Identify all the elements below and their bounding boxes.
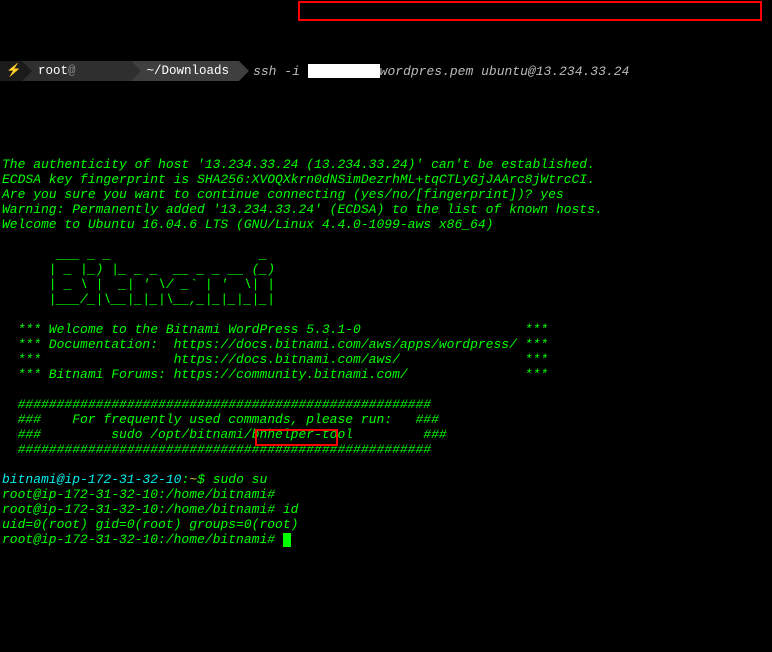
prompt-path: ~	[189, 472, 197, 487]
added-host-warning: Warning: Permanently added '13.234.33.24…	[2, 202, 603, 217]
fingerprint-line: ECDSA key fingerprint is SHA256:XVOQXkrn…	[2, 172, 595, 187]
cursor-icon	[283, 533, 291, 547]
confirm-prompt: Are you sure you want to continue connec…	[2, 187, 540, 202]
id-output: uid=0(root) gid=0(root) groups=0(root)	[2, 517, 298, 532]
ascii-logo-1: ___ _ _ _	[2, 247, 267, 262]
ascii-logo-2: | _ |_) |_ _ _ __ _ _ __ (_)	[2, 262, 275, 277]
banner-welcome: *** Welcome to the Bitnami WordPress 5.3…	[2, 322, 548, 337]
hash-divider-1: ########################################…	[2, 397, 431, 412]
hash-help-2: ### sudo /opt/bitnami/bnhelper-tool ###	[2, 427, 447, 442]
window-topbar: ⚡ root@ ~/Downloads ssh -i wordpres.pem …	[0, 60, 772, 82]
prompt-dollar: $	[197, 472, 213, 487]
prompt-user: bitnami@ip-172-31-32-10	[2, 472, 181, 487]
cmd-sudo-su[interactable]: sudo su	[213, 472, 275, 487]
banner-docs-2: *** https://docs.bitnami.com/aws/ ***	[2, 352, 548, 367]
user-host-segment: root@	[22, 61, 131, 81]
root-prompt-2: root@ip-172-31-32-10:/home/bitnami#	[2, 502, 283, 517]
ascii-logo-4: |___/_|\__|_|_|\__,_|_|_|_|_|	[2, 292, 275, 307]
hash-divider-2: ########################################…	[2, 442, 431, 457]
terminal-output[interactable]: The authenticity of host '13.234.33.24 (…	[0, 142, 772, 547]
banner-docs-1: *** Documentation: https://docs.bitnami.…	[2, 337, 548, 352]
cmd-id[interactable]: id	[283, 502, 299, 517]
hash-help-1: ### For frequently used commands, please…	[2, 412, 439, 427]
ascii-logo-3: | _ \ | _| ' \/ _` | ' \| |	[2, 277, 275, 292]
ubuntu-welcome: Welcome to Ubuntu 16.04.6 LTS (GNU/Linux…	[2, 217, 493, 232]
confirm-answer[interactable]: yes	[540, 187, 563, 202]
root-prompt-1: root@ip-172-31-32-10:/home/bitnami#	[2, 487, 275, 502]
highlight-box-ssh	[298, 1, 762, 21]
ssh-command[interactable]: ssh -i wordpres.pem ubuntu@13.234.33.24	[239, 64, 629, 79]
lightning-icon: ⚡	[0, 61, 22, 81]
root-prompt-3: root@ip-172-31-32-10:/home/bitnami#	[2, 532, 283, 547]
auth-warning-1: The authenticity of host '13.234.33.24 (…	[2, 157, 595, 172]
cwd-segment: ~/Downloads	[131, 61, 240, 81]
redacted-keyname	[308, 64, 380, 78]
banner-forums: *** Bitnami Forums: https://community.bi…	[2, 367, 548, 382]
